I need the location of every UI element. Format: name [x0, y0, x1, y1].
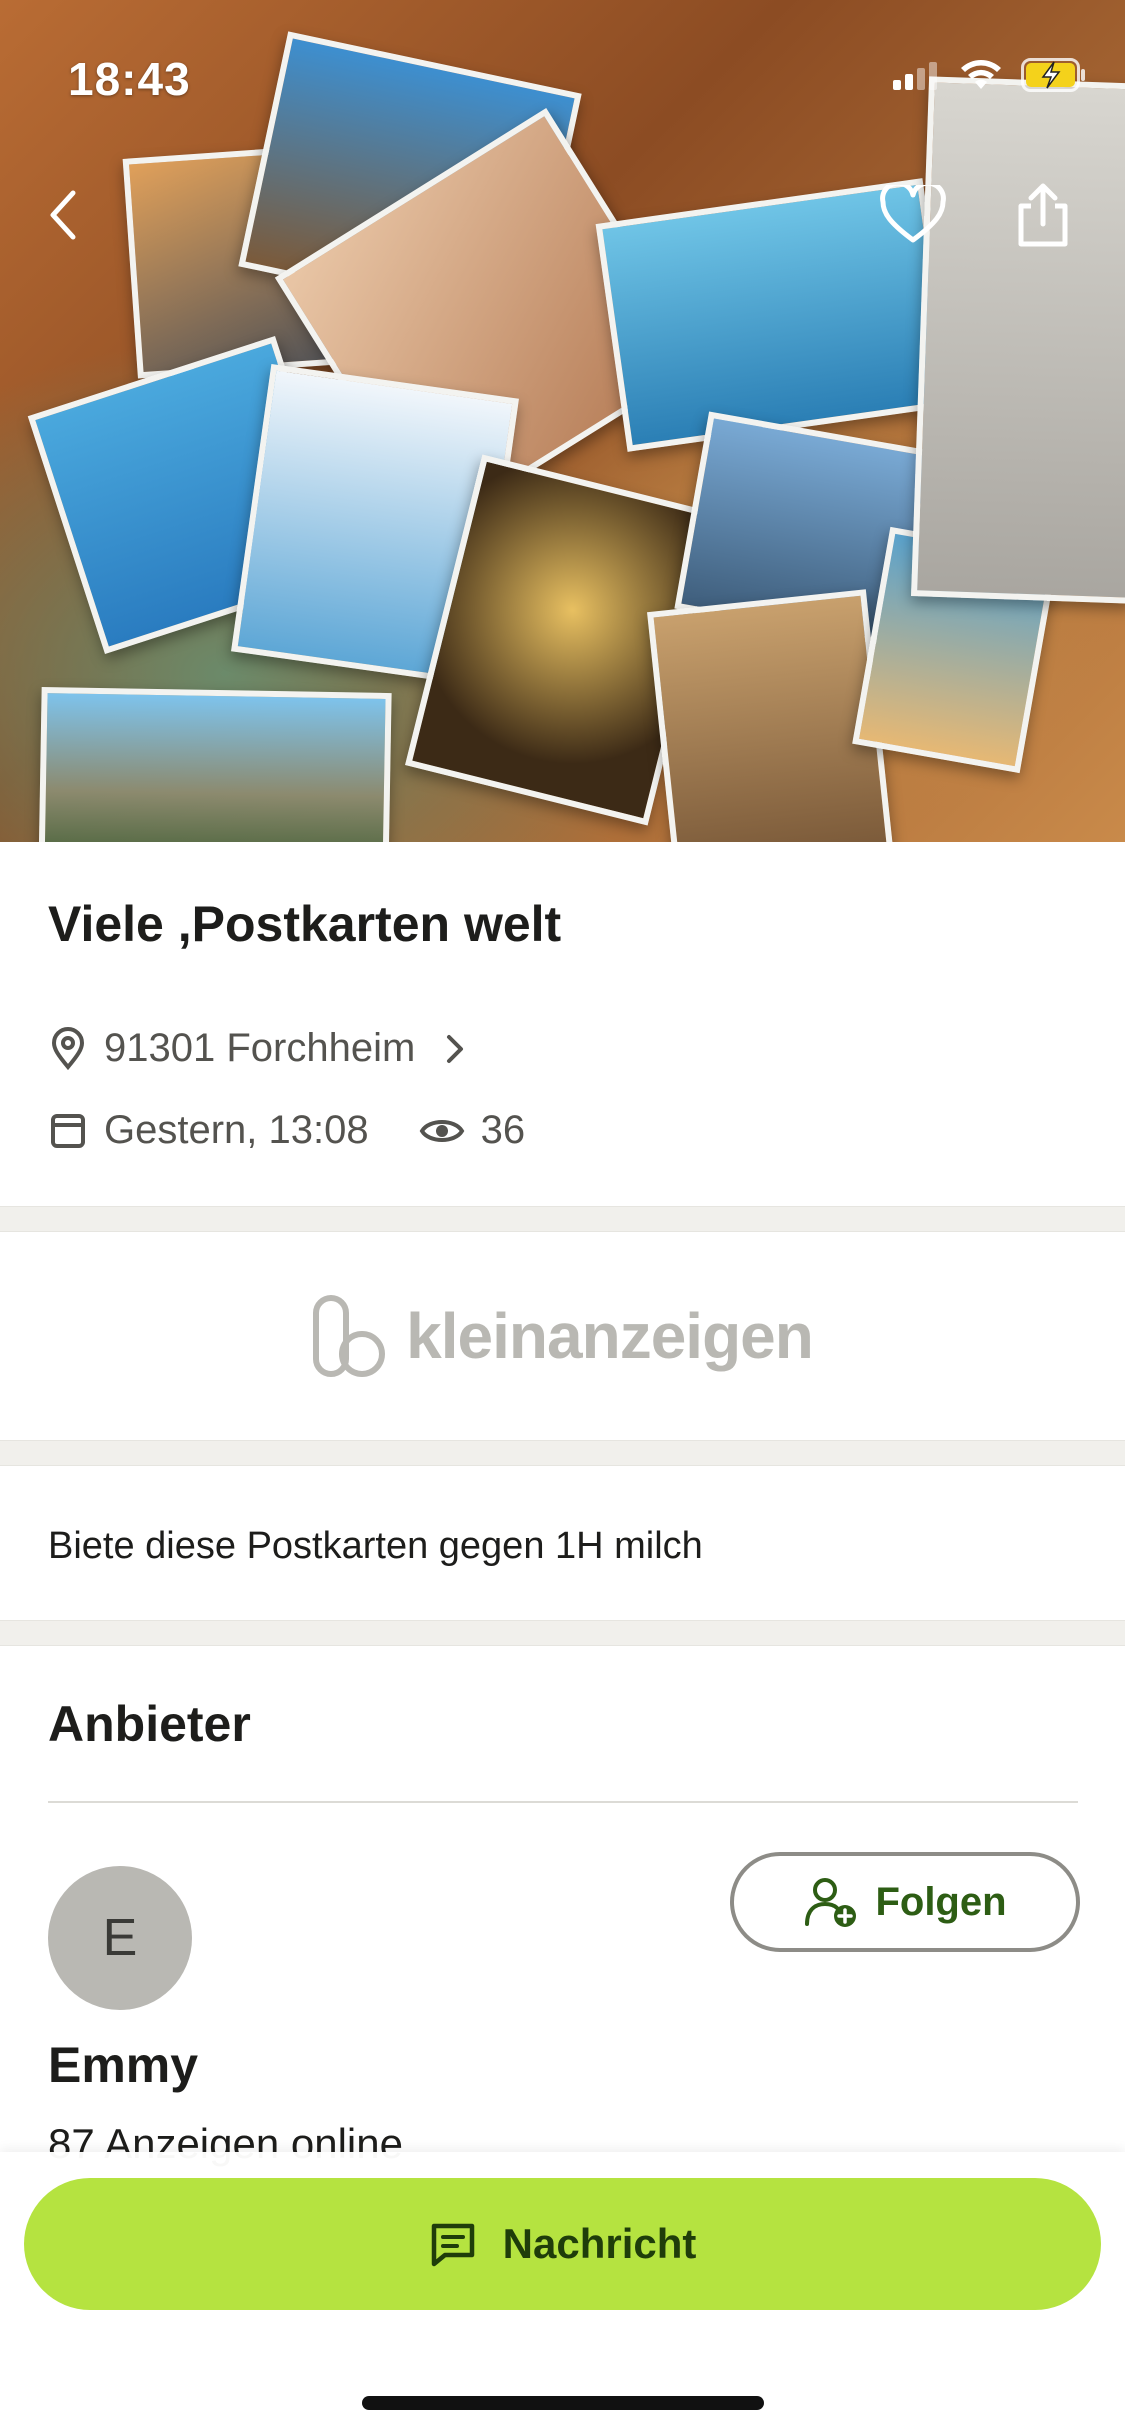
eye-icon [419, 1119, 464, 1142]
section-separator [0, 1206, 1125, 1232]
location-pin-icon [51, 1026, 85, 1070]
follow-button[interactable]: Folgen [730, 1852, 1080, 1952]
follow-label: Folgen [875, 1879, 1007, 1924]
share-icon [1018, 183, 1068, 247]
section-separator [0, 1440, 1125, 1466]
brand-logo-text: kleinanzeigen [406, 1300, 814, 1372]
home-indicator[interactable] [362, 2396, 764, 2410]
location-row[interactable]: 91301 Forchheim [48, 1026, 491, 1071]
chat-icon [431, 2223, 474, 2267]
listing-photo[interactable]: 18:43 [0, 0, 1125, 842]
message-button[interactable]: Nachricht [24, 2178, 1101, 2310]
listing-description: Biete diese Postkarten gegen 1H milch [48, 1525, 703, 1567]
listing-date: Gestern, 13:08 [104, 1108, 369, 1152]
back-button[interactable] [18, 170, 108, 260]
message-label: Nachricht [502, 2220, 697, 2267]
listing-title: Viele ,Postkarten welt [48, 896, 562, 952]
chevron-left-icon [50, 190, 76, 240]
signal-icon [893, 62, 937, 90]
date-views-row: Gestern, 13:08 36 [48, 1108, 525, 1153]
share-button[interactable] [998, 170, 1088, 260]
seller-section-title: Anbieter [48, 1696, 251, 1752]
seller-name[interactable]: Emmy [48, 2036, 198, 2094]
add-person-icon [805, 1878, 857, 1927]
avatar-initial: E [102, 1909, 138, 1967]
brand-banner: kleinanzeigen [0, 1232, 1125, 1440]
status-bar: 18:43 [0, 0, 1125, 150]
location-text: 91301 Forchheim [104, 1026, 416, 1070]
heart-icon [880, 185, 946, 243]
section-separator [0, 1620, 1125, 1646]
chevron-right-icon [447, 1034, 464, 1063]
postcard-shape [910, 76, 1125, 604]
kleinanzeigen-logo-icon [313, 1295, 386, 1377]
calendar-icon [51, 1113, 85, 1148]
listing-views: 36 [480, 1108, 526, 1152]
divider [48, 1801, 1078, 1803]
battery-charging-icon [1021, 58, 1085, 92]
seller-avatar[interactable]: E [48, 1866, 192, 2010]
status-time: 18:43 [68, 53, 191, 105]
postcard-shape [38, 686, 392, 842]
favorite-button[interactable] [868, 170, 958, 260]
wifi-icon [961, 60, 1001, 89]
